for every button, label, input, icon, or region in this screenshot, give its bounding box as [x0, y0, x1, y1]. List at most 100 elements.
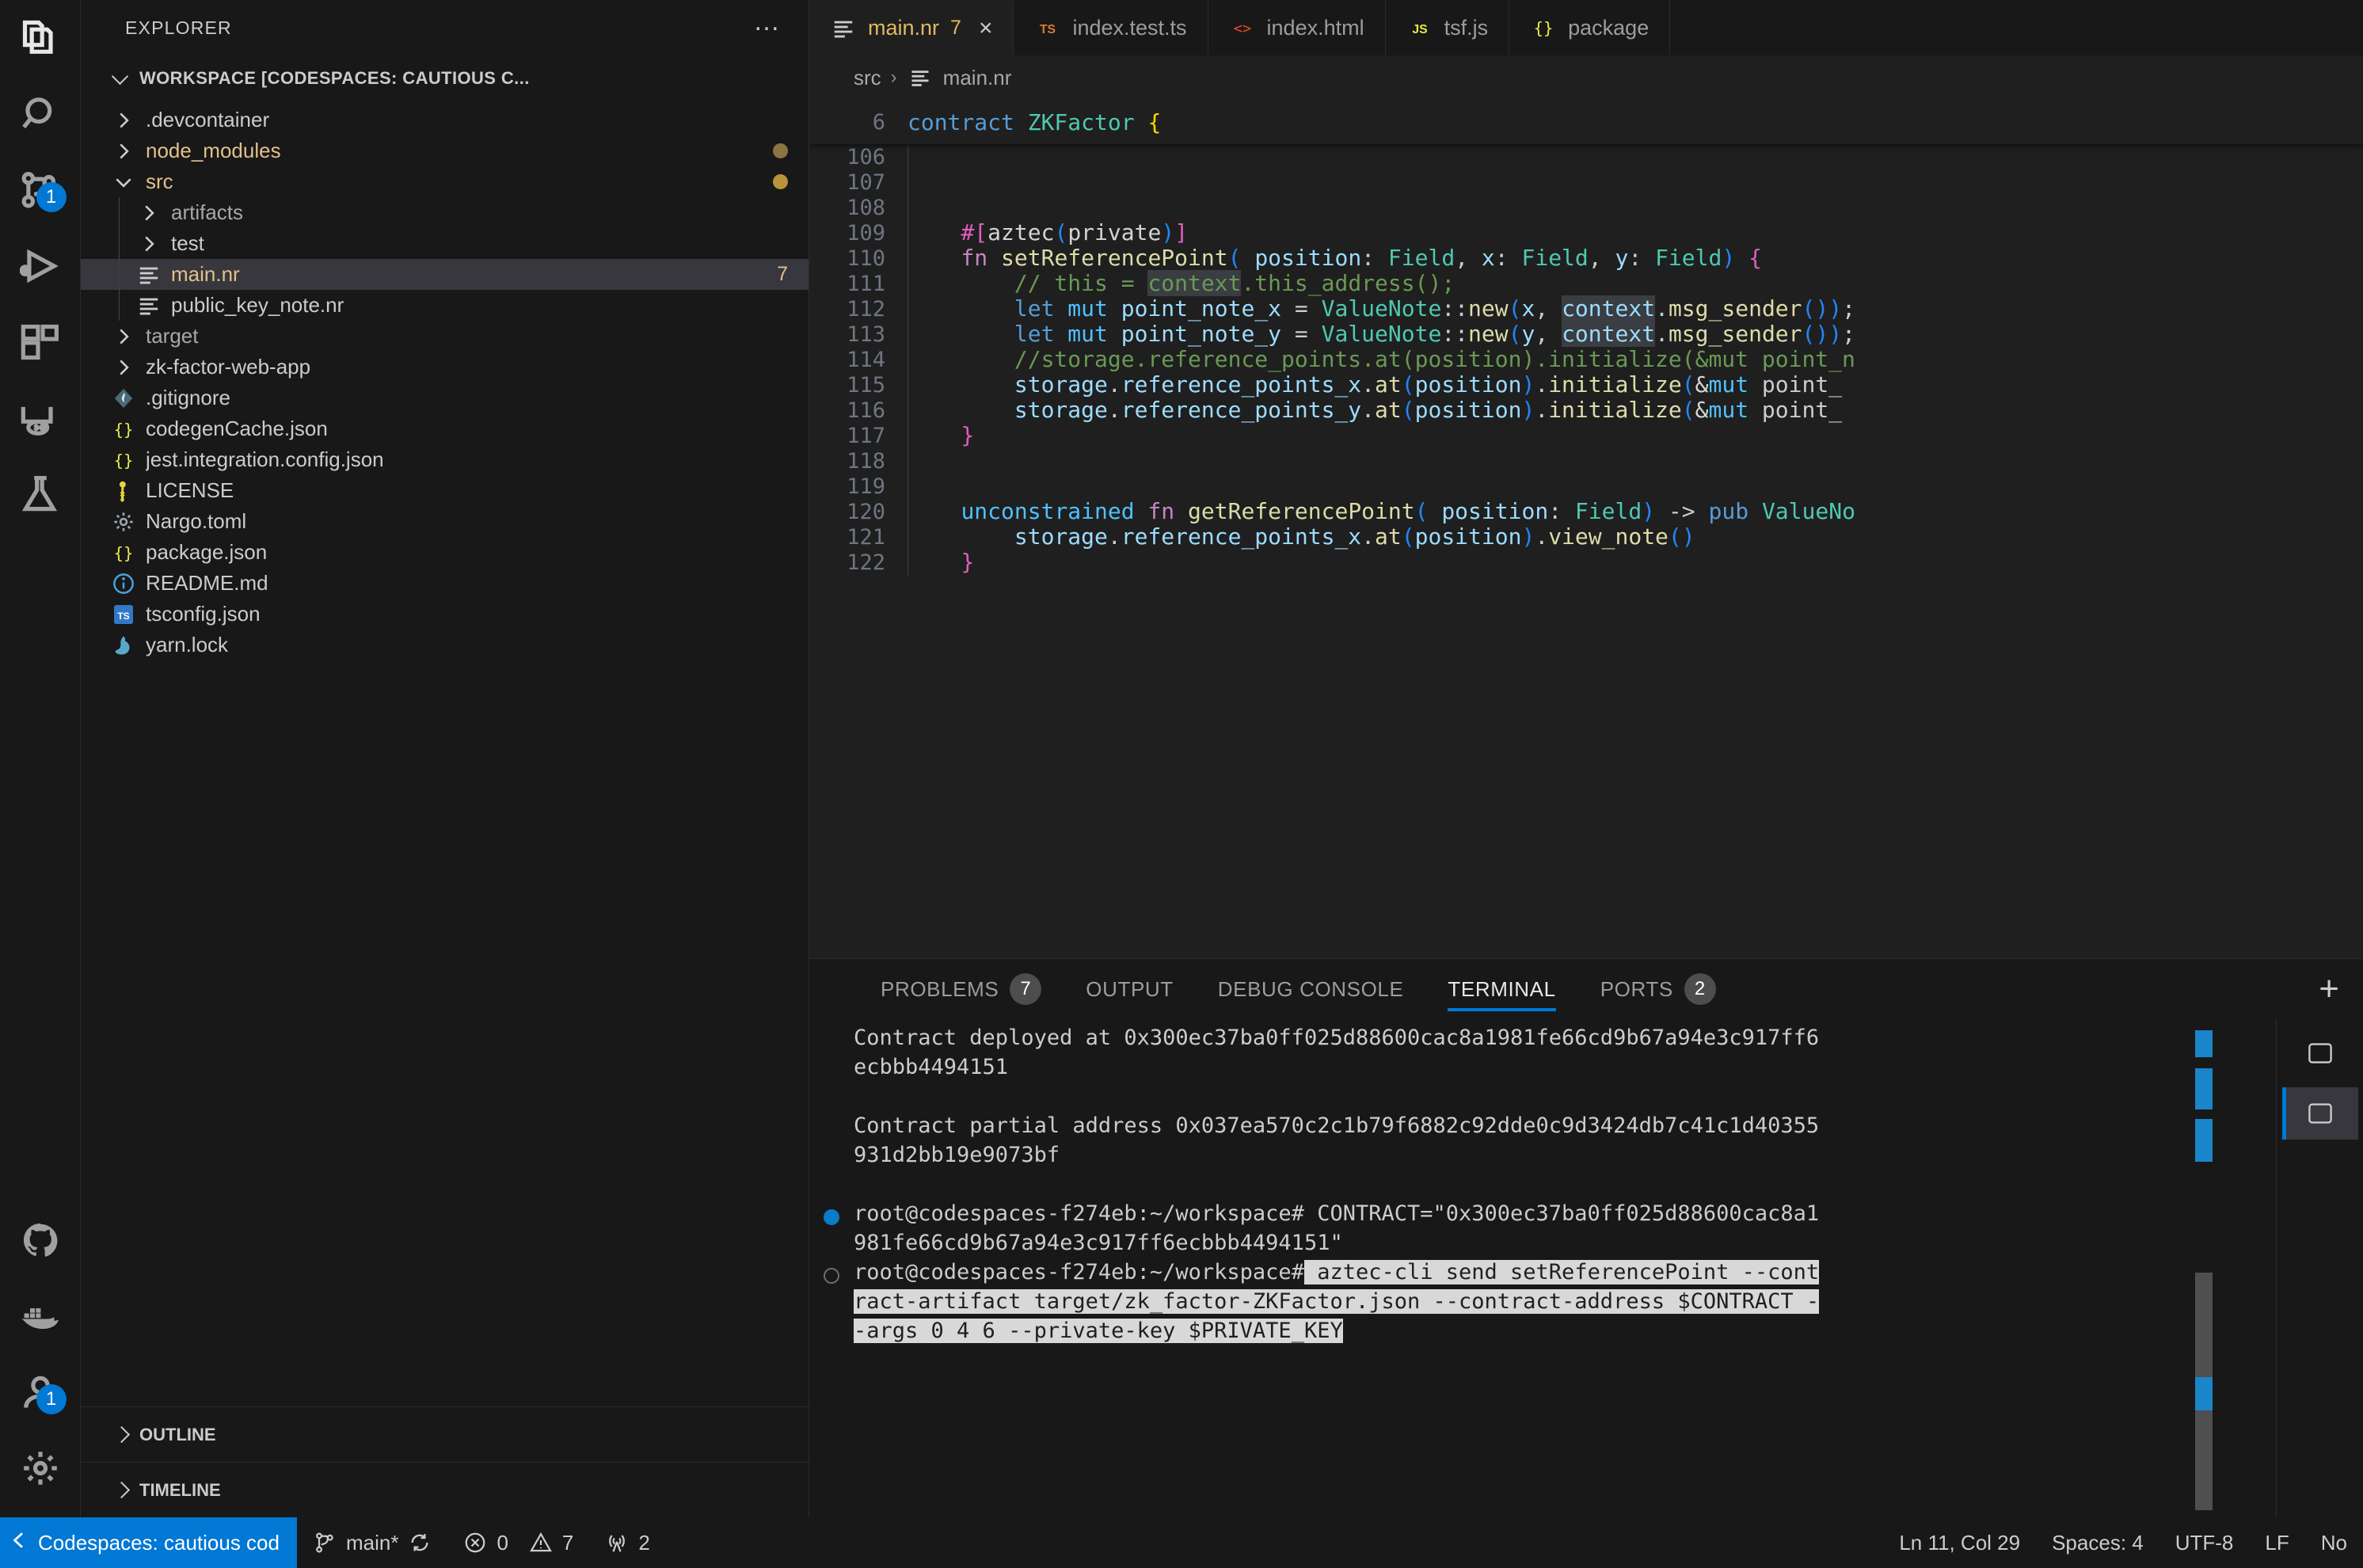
- command-success-icon: [824, 1209, 839, 1225]
- close-icon[interactable]: ×: [979, 16, 993, 40]
- code-line[interactable]: 115 storage.reference_points_x.at(positi…: [809, 371, 2363, 398]
- editor-tab-tsf-js[interactable]: JS tsf.js: [1385, 0, 1510, 55]
- code-line[interactable]: 112 let mut point_note_x = ValueNote::ne…: [809, 295, 2363, 322]
- breadcrumb-item-file[interactable]: main.nr: [943, 66, 1012, 90]
- radio-tower-icon: [605, 1531, 629, 1555]
- tree-folder-src[interactable]: src: [81, 166, 809, 197]
- noir-icon: [907, 67, 934, 89]
- code-line[interactable]: 118: [809, 448, 2363, 474]
- tree-folder-artifacts[interactable]: artifacts: [81, 197, 809, 228]
- json-icon: {}: [108, 448, 139, 472]
- line-number: 114: [847, 347, 885, 372]
- activity-bar-item-remote-explorer[interactable]: [0, 380, 80, 456]
- terminal-scrollbar[interactable]: [2195, 1019, 2213, 1517]
- terminal-instance-1[interactable]: [2282, 1027, 2358, 1079]
- tree-file-license[interactable]: LICENSE: [81, 475, 809, 506]
- status-language-mode[interactable]: No: [2305, 1517, 2363, 1568]
- editor-tab-index-html[interactable]: <> index.html: [1208, 0, 1386, 55]
- code-lines[interactable]: 106 107 108 109 #[aztec(private)] 110 fn set…: [809, 144, 2363, 958]
- code-line[interactable]: 106: [809, 144, 2363, 170]
- sidebar-section-outline[interactable]: OUTLINE: [81, 1406, 809, 1462]
- remote-label: Codespaces: cautious cod: [38, 1530, 280, 1555]
- chevron-right-icon: [108, 1477, 135, 1504]
- activity-bar-item-settings[interactable]: [0, 1430, 80, 1506]
- status-problems[interactable]: 0 7: [447, 1517, 589, 1568]
- tree-item-label: yarn.lock: [146, 633, 229, 657]
- status-encoding[interactable]: UTF-8: [2159, 1517, 2250, 1568]
- tree-file-yarn-lock[interactable]: yarn.lock: [81, 630, 809, 660]
- editor-tab-main-nr[interactable]: main.nr 7 ×: [809, 0, 1014, 55]
- activity-bar-item-run-and-debug[interactable]: [0, 228, 80, 304]
- code-line[interactable]: 117 }: [809, 422, 2363, 449]
- status-indentation[interactable]: Spaces: 4: [2036, 1517, 2159, 1568]
- activity-bar-item-explorer[interactable]: [0, 0, 80, 76]
- github-icon: [20, 1220, 61, 1261]
- line-content: [903, 447, 908, 474]
- tree-folder-target[interactable]: target: [81, 321, 809, 352]
- panel-tab-ports[interactable]: PORTS 2: [1578, 959, 1738, 1019]
- activity-bar-item-source-control[interactable]: 1: [0, 152, 80, 228]
- tree-file-main-nr[interactable]: main.nr 7: [81, 259, 809, 290]
- tree-file-jest-integration-config-json[interactable]: {} jest.integration.config.json: [81, 444, 809, 475]
- tree-file-readme-md[interactable]: README.md: [81, 568, 809, 599]
- status-eol[interactable]: LF: [2249, 1517, 2304, 1568]
- status-ports[interactable]: 2: [589, 1517, 665, 1568]
- panel-tab-terminal[interactable]: TERMINAL: [1425, 959, 1577, 1019]
- code-line[interactable]: 119: [809, 474, 2363, 500]
- svg-text:JS: JS: [1412, 23, 1427, 36]
- code-line[interactable]: 120 unconstrained fn getReferencePoint( …: [809, 498, 2363, 525]
- activity-bar-item-github[interactable]: [0, 1202, 80, 1278]
- status-remote-indicator[interactable]: Codespaces: cautious cod: [0, 1517, 297, 1568]
- tree-item-label: public_key_note.nr: [171, 293, 344, 317]
- code-line[interactable]: 109 #[aztec(private)]: [809, 219, 2363, 246]
- activity-bar-item-testing[interactable]: [0, 456, 80, 532]
- terminal-output[interactable]: Contract deployed at 0x300ec37ba0ff025d8…: [809, 1019, 2276, 1517]
- tree-folder-node-modules[interactable]: node_modules: [81, 135, 809, 166]
- tree-folder-zk-factor-web-app[interactable]: zk-factor-web-app: [81, 352, 809, 382]
- code-line[interactable]: 121 storage.reference_points_x.at(positi…: [809, 523, 2363, 550]
- panel-tab-problems[interactable]: PROBLEMS 7: [858, 959, 1064, 1019]
- activity-bar-item-search[interactable]: [0, 76, 80, 152]
- sidebar-section-timeline[interactable]: TIMELINE: [81, 1462, 809, 1517]
- status-branch[interactable]: main*: [297, 1517, 447, 1568]
- terminal-line: Contract deployed at 0x300ec37ba0ff025d8…: [854, 1027, 2276, 1056]
- chevron-right-icon: [108, 139, 139, 163]
- tree-file-nargo-toml[interactable]: Nargo.toml: [81, 506, 809, 537]
- new-terminal-icon[interactable]: +: [2319, 972, 2339, 1007]
- terminal-instance-2[interactable]: [2281, 1087, 2358, 1140]
- code-line[interactable]: 122 }: [809, 549, 2363, 576]
- editor-tab-package[interactable]: {} package: [1509, 0, 1671, 55]
- tree-file--gitignore[interactable]: .gitignore: [81, 382, 809, 413]
- code-line[interactable]: 108: [809, 195, 2363, 221]
- panel-tab-debug-console[interactable]: DEBUG CONSOLE: [1196, 959, 1426, 1019]
- breadcrumb-item-src[interactable]: src: [854, 66, 881, 90]
- panel-tab-output[interactable]: OUTPUT: [1064, 959, 1195, 1019]
- sidebar-more-actions-icon[interactable]: …: [753, 8, 782, 40]
- tree-file-codegencache-json[interactable]: {} codegenCache.json: [81, 413, 809, 444]
- tree-file-tsconfig-json[interactable]: TS tsconfig.json: [81, 599, 809, 630]
- terminal-command: aztec-cli send setReferencePoint --cont: [1303, 1260, 1820, 1284]
- tree-folder--devcontainer[interactable]: .devcontainer: [81, 105, 809, 135]
- code-line[interactable]: 110 fn setReferencePoint( position: Fiel…: [809, 245, 2363, 272]
- activity-bar-item-extensions[interactable]: [0, 304, 80, 380]
- tree-file-package-json[interactable]: {} package.json: [81, 537, 809, 568]
- code-line[interactable]: 116 storage.reference_points_y.at(positi…: [809, 397, 2363, 424]
- activity-bar-bottom-group: 1: [0, 1202, 80, 1517]
- code-line[interactable]: 114 //storage.reference_points.at(positi…: [809, 346, 2363, 373]
- tree-indent-guide: [119, 290, 120, 321]
- tree-file-public-key-note-nr[interactable]: public_key_note.nr: [81, 290, 809, 321]
- activity-bar-item-accounts[interactable]: 1: [0, 1354, 80, 1430]
- chevron-down-icon: [108, 170, 139, 194]
- tree-folder-test[interactable]: test: [81, 228, 809, 259]
- code-line[interactable]: 107: [809, 169, 2363, 196]
- tree-item-label: package.json: [146, 540, 268, 564]
- activity-bar-item-docker[interactable]: [0, 1278, 80, 1354]
- editor-tab-index-test-ts[interactable]: TS index.test.ts: [1014, 0, 1208, 55]
- code-line[interactable]: 113 let mut point_note_y = ValueNote::ne…: [809, 321, 2363, 348]
- workspace-section-header[interactable]: WORKSPACE [CODESPACES: CAUTIOUS C...: [81, 55, 809, 101]
- status-cursor-position[interactable]: Ln 11, Col 29: [1883, 1517, 2036, 1568]
- code-line[interactable]: 111 // this = context.this_address();: [809, 270, 2363, 297]
- json-icon: {}: [108, 541, 139, 565]
